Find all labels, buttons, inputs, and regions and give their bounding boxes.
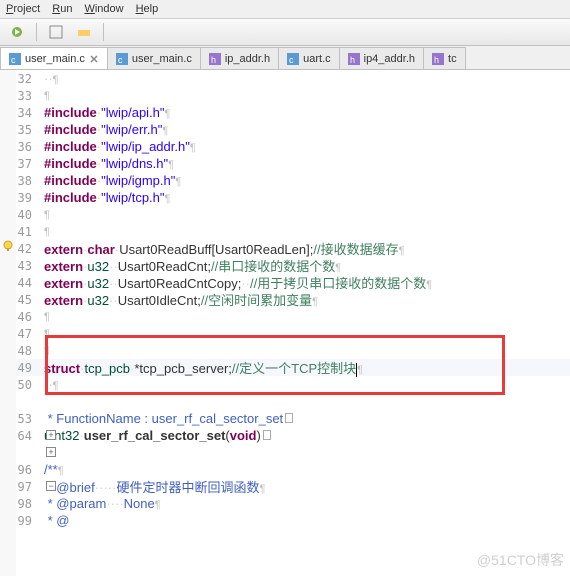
code-line: 43extern·u32··Usart0ReadCnt;//串口接收的数据个数¶ xyxy=(0,257,570,274)
c-file-icon: c xyxy=(287,53,299,65)
tab-user-main-c-2[interactable]: c user_main.c xyxy=(107,47,201,69)
fold-collapse-icon[interactable]: − xyxy=(46,481,56,491)
code-line: 39#include·"lwip/tcp.h"¶ xyxy=(0,189,570,206)
menubar: Project Run Window Help xyxy=(0,0,570,18)
svg-text:c: c xyxy=(11,55,16,65)
svg-text:h: h xyxy=(434,55,439,65)
tab-label: tc xyxy=(448,53,457,65)
code-line: 33¶ xyxy=(0,87,570,104)
code-line: 37#include·"lwip/dns.h"¶ xyxy=(0,155,570,172)
tab-uart-c[interactable]: c uart.c xyxy=(278,47,340,69)
tab-label: ip_addr.h xyxy=(225,53,270,65)
tab-ip-addr-h[interactable]: h ip_addr.h xyxy=(200,47,279,69)
code-line: 35#include·"lwip/err.h"¶ xyxy=(0,121,570,138)
editor-tabbar: c user_main.c c user_main.c h ip_addr.h … xyxy=(0,46,570,70)
code-line: 45extern·u32··Usart0IdleCnt;//空闲时间累加变量¶ xyxy=(0,291,570,308)
code-line: 47¶ xyxy=(0,325,570,342)
tab-label: user_main.c xyxy=(132,53,192,65)
code-line: 98 * @param····None¶ xyxy=(0,495,570,512)
toolbar-separator xyxy=(36,23,37,41)
h-file-icon: h xyxy=(432,53,444,65)
tab-user-main-c[interactable]: c user_main.c xyxy=(0,47,108,69)
code-line: 36#include·"lwip/ip_addr.h"¶ xyxy=(0,138,570,155)
fold-expand-icon[interactable]: + xyxy=(46,447,56,457)
menu-window[interactable]: Window xyxy=(84,3,123,15)
code-line: 42extern·char·Usart0ReadBuff[Usart0ReadL… xyxy=(0,240,570,257)
code-line: 64uint32·user_rf_cal_sector_set(void) xyxy=(0,427,570,444)
code-line: 49struct·tcp_pcb·*tcp_pcb_server;//定义一个T… xyxy=(0,359,570,376)
c-file-icon: c xyxy=(9,53,21,65)
toolbar-button[interactable] xyxy=(6,21,28,43)
tab-label: user_main.c xyxy=(25,53,85,65)
code-line: 46¶ xyxy=(0,308,570,325)
code-line: 48¶ xyxy=(0,342,570,359)
code-line: 50··¶ xyxy=(0,376,570,393)
tab-label: ip4_addr.h xyxy=(364,53,415,65)
svg-text:c: c xyxy=(289,55,294,65)
code-line: 44extern·u32··Usart0ReadCntCopy;··//用于拷贝… xyxy=(0,274,570,291)
menu-project[interactable]: Project xyxy=(6,3,40,15)
code-line: 99 * @ xyxy=(0,512,570,529)
gutter xyxy=(0,70,16,576)
watermark: @51CTO博客 xyxy=(477,550,564,570)
svg-text:c: c xyxy=(118,55,123,65)
code-line: 41¶ xyxy=(0,223,570,240)
code-line: 97 * @brief·····硬件定时器中断回调函数¶ xyxy=(0,478,570,495)
code-line: 96/**¶ xyxy=(0,461,570,478)
c-file-icon: c xyxy=(116,53,128,65)
code-editor[interactable]: 32··¶ 33¶ 34#include·"lwip/api.h"¶ 35#in… xyxy=(0,70,570,576)
code-line: 53 * FunctionName : user_rf_cal_sector_s… xyxy=(0,410,570,427)
code-line: 32··¶ xyxy=(0,70,570,87)
menu-run[interactable]: Run xyxy=(52,3,72,15)
tab-ip4-addr-h[interactable]: h ip4_addr.h xyxy=(339,47,424,69)
svg-text:h: h xyxy=(211,55,216,65)
h-file-icon: h xyxy=(348,53,360,65)
code-line xyxy=(0,444,570,461)
code-line xyxy=(0,393,570,410)
toolbar-separator xyxy=(103,23,104,41)
code-line: 40¶ xyxy=(0,206,570,223)
tab-label: uart.c xyxy=(303,53,331,65)
toolbar-button[interactable] xyxy=(73,21,95,43)
svg-text:h: h xyxy=(350,55,355,65)
quickfix-icon[interactable] xyxy=(2,240,14,252)
fold-expand-icon[interactable]: + xyxy=(46,430,56,440)
toolbar-button[interactable] xyxy=(45,21,67,43)
toolbar xyxy=(0,18,570,46)
h-file-icon: h xyxy=(209,53,221,65)
menu-help[interactable]: Help xyxy=(136,3,159,15)
close-icon[interactable] xyxy=(89,54,99,64)
code-line: 34#include·"lwip/api.h"¶ xyxy=(0,104,570,121)
code-line: 38#include·"lwip/igmp.h"¶ xyxy=(0,172,570,189)
tab-tc[interactable]: h tc xyxy=(423,47,466,69)
